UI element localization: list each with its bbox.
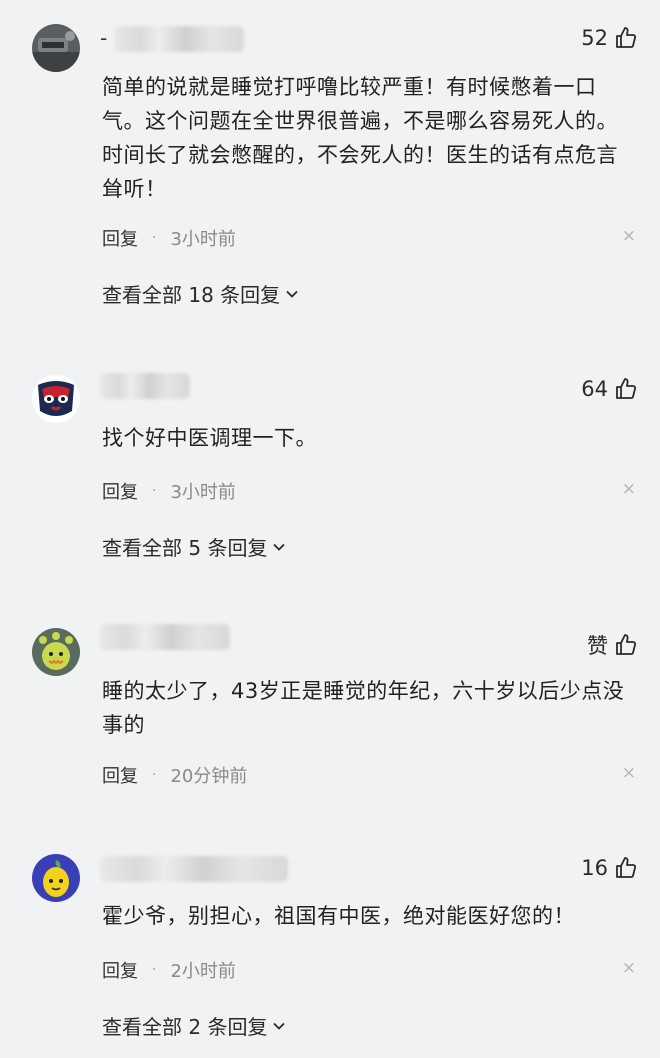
chevron-down-icon: [273, 1022, 286, 1030]
view-all-label: 查看全部 18 条回复: [102, 283, 281, 307]
like-count: 52: [581, 26, 608, 50]
username-redacted[interactable]: [114, 26, 244, 52]
view-all-replies-button[interactable]: 查看全部 18 条回复: [102, 279, 300, 308]
avatar[interactable]: [32, 24, 80, 72]
comment-meta: 回复 · 2小时前: [102, 957, 236, 983]
thumbs-up-icon: [616, 634, 637, 655]
like-button[interactable]: 52: [581, 26, 638, 50]
comment-meta: 回复 · 3小时前: [102, 478, 236, 504]
view-all-label: 查看全部 5 条回复: [102, 536, 268, 560]
view-all-replies-button[interactable]: 查看全部 5 条回复: [102, 532, 287, 561]
reply-button[interactable]: 回复: [102, 762, 138, 788]
thumbs-up-icon: [616, 857, 637, 878]
close-icon[interactable]: ×: [622, 958, 636, 978]
avatar-image: [32, 628, 80, 676]
view-all-label: 查看全部 2 条回复: [102, 1015, 268, 1039]
separator-dot: ·: [152, 230, 157, 246]
username-prefix: -: [100, 26, 108, 50]
reply-button[interactable]: 回复: [102, 957, 138, 983]
like-button[interactable]: 64: [581, 377, 638, 401]
comment-text: 简单的说就是睡觉打呼噜比较严重！有时候憋着一口气。这个问题在全世界很普遍，不是哪…: [102, 75, 618, 201]
separator-dot: ·: [152, 483, 157, 499]
separator-dot: ·: [152, 767, 157, 783]
like-count: 64: [581, 377, 608, 401]
timestamp: 2小时前: [170, 961, 236, 982]
username-redacted[interactable]: [100, 856, 288, 882]
reply-button[interactable]: 回复: [102, 478, 138, 504]
close-icon[interactable]: ×: [622, 763, 636, 783]
like-count: 16: [581, 856, 608, 880]
separator-dot: ·: [152, 962, 157, 978]
comment-meta: 回复 · 3小时前: [102, 225, 236, 251]
like-count: 赞: [587, 634, 608, 658]
avatar[interactable]: [32, 854, 80, 902]
close-icon[interactable]: ×: [622, 479, 636, 499]
comment-meta: 回复 · 20分钟前: [102, 762, 247, 788]
username-redacted[interactable]: [100, 624, 230, 650]
comment-text: 霍少爷，别担心，祖国有中医，绝对能医好您的！: [102, 904, 575, 928]
comment-text: 找个好中医调理一下。: [102, 426, 317, 450]
avatar[interactable]: [32, 628, 80, 676]
like-button[interactable]: 16: [581, 856, 638, 880]
view-all-replies-button[interactable]: 查看全部 2 条回复: [102, 1011, 287, 1040]
reply-button[interactable]: 回复: [102, 225, 138, 251]
username-redacted[interactable]: [100, 373, 190, 399]
avatar-image: [32, 24, 80, 72]
like-button[interactable]: 赞: [587, 630, 638, 660]
avatar-image: [32, 854, 80, 902]
avatar[interactable]: [32, 375, 80, 423]
chevron-down-icon: [273, 543, 286, 551]
avatar-image: [32, 375, 80, 423]
timestamp: 3小时前: [170, 482, 236, 503]
comment-text: 睡的太少了，43岁正是睡觉的年纪，六十岁以后少点没事的: [102, 679, 625, 737]
thumbs-up-icon: [616, 27, 637, 48]
thumbs-up-icon: [616, 378, 637, 399]
timestamp: 3小时前: [170, 229, 236, 250]
close-icon[interactable]: ×: [622, 226, 636, 246]
timestamp: 20分钟前: [170, 766, 248, 787]
chevron-down-icon: [286, 290, 298, 298]
